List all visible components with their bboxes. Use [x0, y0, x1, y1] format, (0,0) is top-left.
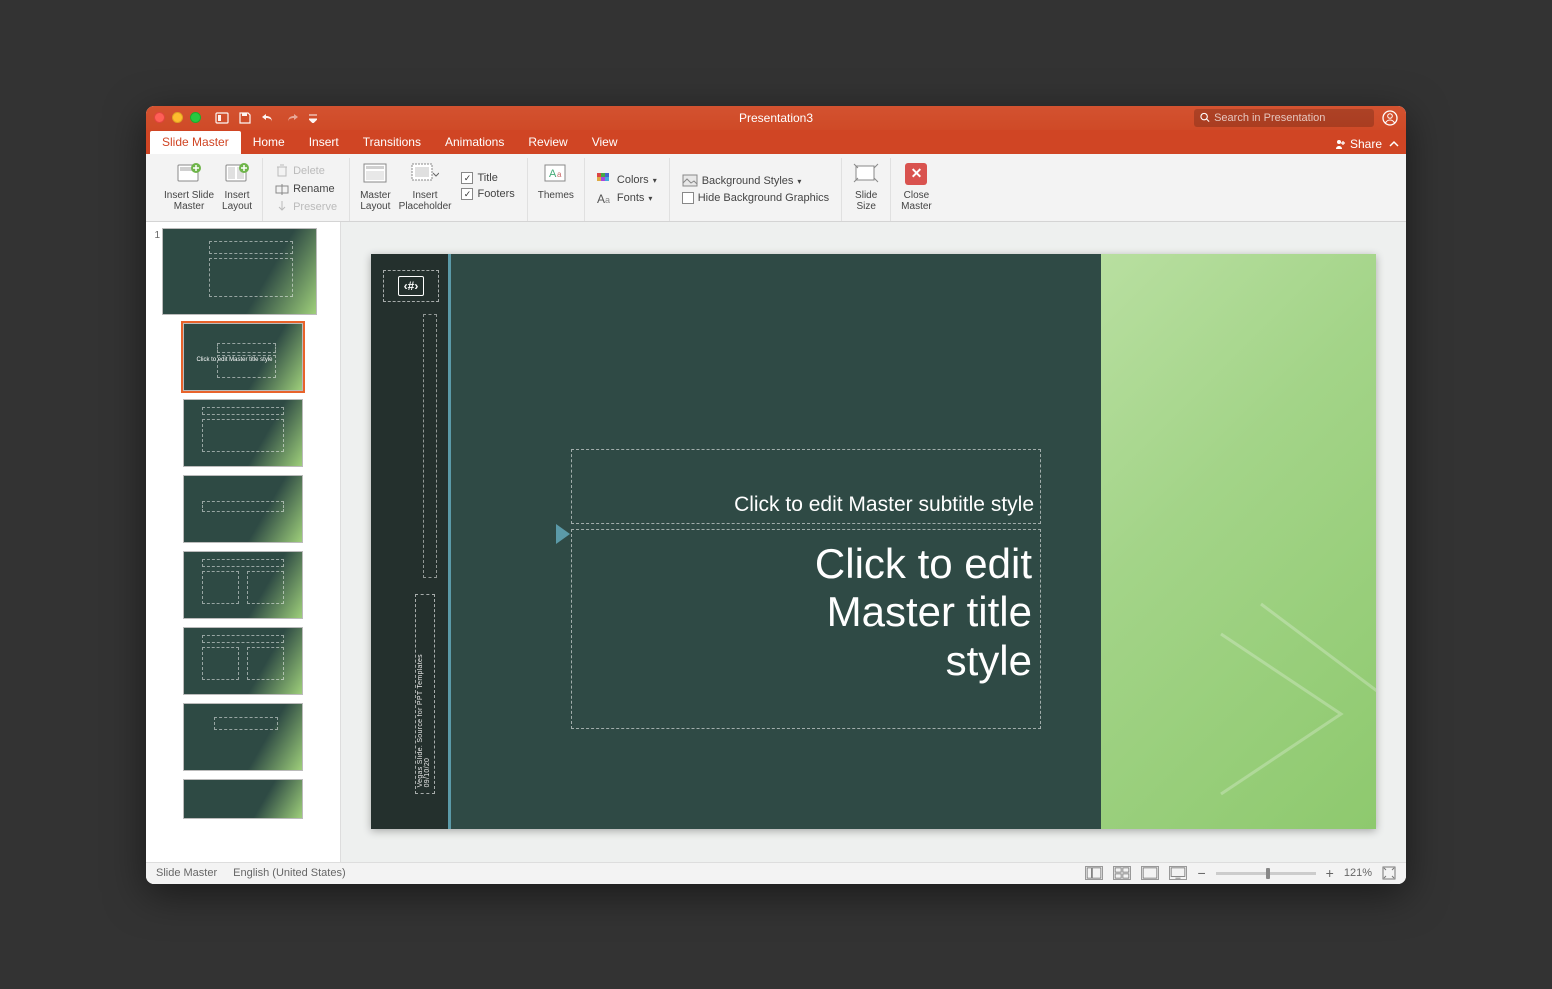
zoom-slider[interactable] — [1216, 872, 1316, 875]
layout-thumbnail-6[interactable] — [183, 703, 303, 771]
insert-slide-master-button[interactable]: Insert Slide Master — [160, 158, 218, 215]
svg-text:A: A — [549, 168, 557, 180]
colors-button[interactable]: Colors▾ — [593, 172, 661, 188]
status-view-mode: Slide Master — [156, 867, 217, 879]
close-window-button[interactable] — [154, 112, 165, 123]
colors-icon — [597, 173, 613, 187]
thumbnail-pane[interactable]: 1 Click to edit Master title style — [146, 222, 341, 862]
account-icon[interactable] — [1382, 110, 1398, 126]
layout-thumbnail-3[interactable] — [183, 475, 303, 543]
tab-animations[interactable]: Animations — [433, 131, 516, 154]
main-area: 1 Click to edit Master title style — [146, 222, 1406, 862]
svg-text:A: A — [597, 192, 605, 205]
layout-thumbnail-4[interactable] — [183, 551, 303, 619]
autosave-icon[interactable] — [215, 112, 229, 124]
preserve-button: Preserve — [271, 199, 341, 215]
save-icon[interactable] — [239, 112, 251, 124]
insert-placeholder-button[interactable]: Insert Placeholder — [395, 158, 456, 215]
normal-view-button[interactable] — [1085, 866, 1103, 880]
delete-button: Delete — [271, 163, 341, 179]
window-controls — [154, 112, 201, 123]
app-window: Presentation3 Slide Master Home Insert T… — [146, 106, 1406, 884]
layout-thumbnail-7[interactable] — [183, 779, 303, 819]
slide-master-canvas[interactable]: ‹#› Vegas Slide. Source for PPT Template… — [371, 254, 1376, 829]
title-placeholder[interactable]: Click to edit Master title style — [571, 529, 1041, 729]
slide-accent-background — [1101, 254, 1376, 829]
tab-review[interactable]: Review — [516, 131, 579, 154]
slide-left-sidebar — [371, 254, 451, 829]
share-button[interactable]: Share — [1334, 137, 1382, 151]
footer-text: Vegas Slide. Source for PPT Templates 09… — [417, 654, 431, 787]
zoom-out-button[interactable]: − — [1197, 865, 1205, 881]
layout-thumbnail-2[interactable] — [183, 399, 303, 467]
title-text: Click to edit Master title style — [815, 540, 1032, 685]
zoom-level[interactable]: 121% — [1344, 867, 1372, 879]
undo-icon[interactable] — [261, 112, 275, 124]
tab-slide-master[interactable]: Slide Master — [150, 131, 241, 154]
layout-thumbnail-5[interactable] — [183, 627, 303, 695]
subtitle-placeholder[interactable]: Click to edit Master subtitle style — [571, 449, 1041, 524]
layout-thumbnail-1[interactable]: Click to edit Master title style — [183, 323, 303, 391]
slide-number-placeholder[interactable]: ‹#› — [383, 270, 439, 302]
search-icon — [1200, 112, 1210, 123]
share-icon — [1334, 138, 1346, 150]
minimize-window-button[interactable] — [172, 112, 183, 123]
tab-transitions[interactable]: Transitions — [351, 131, 433, 154]
delete-icon — [275, 164, 289, 178]
status-bar: Slide Master English (United States) − +… — [146, 862, 1406, 884]
svg-text:a: a — [605, 195, 610, 205]
svg-text:a: a — [557, 170, 562, 179]
triangle-marker-icon — [556, 524, 570, 544]
sorter-view-button[interactable] — [1113, 866, 1131, 880]
reading-view-button[interactable] — [1141, 866, 1159, 880]
fit-to-window-button[interactable] — [1382, 866, 1396, 880]
background-styles-icon — [682, 174, 698, 188]
zoom-in-button[interactable]: + — [1326, 865, 1334, 881]
insert-layout-button[interactable]: Insert Layout — [218, 158, 256, 215]
master-thumbnail[interactable] — [162, 228, 317, 315]
close-icon: ✕ — [905, 163, 927, 185]
maximize-window-button[interactable] — [190, 112, 201, 123]
master-number: 1 — [148, 228, 162, 315]
title-checkbox[interactable]: ✓Title — [457, 171, 518, 185]
redo-icon[interactable] — [285, 112, 299, 124]
rename-button[interactable]: Rename — [271, 181, 341, 197]
slide-size-button[interactable]: Slide Size — [848, 158, 884, 215]
preserve-icon — [275, 200, 289, 214]
slide-canvas-area[interactable]: ‹#› Vegas Slide. Source for PPT Template… — [341, 222, 1406, 862]
search-box[interactable] — [1194, 109, 1374, 127]
themes-button[interactable]: Aa Themes — [534, 158, 578, 204]
tab-view[interactable]: View — [580, 131, 630, 154]
titlebar: Presentation3 — [146, 106, 1406, 130]
subtitle-text: Click to edit Master subtitle style — [734, 493, 1034, 517]
ribbon-tabs: Slide Master Home Insert Transitions Ani… — [146, 130, 1406, 154]
collapse-ribbon-icon[interactable] — [1388, 138, 1400, 150]
background-styles-button[interactable]: Background Styles▾ — [678, 173, 833, 189]
tab-home[interactable]: Home — [241, 131, 297, 154]
rename-icon — [275, 182, 289, 196]
ribbon: Insert Slide Master Insert Layout Delete… — [146, 154, 1406, 222]
slideshow-button[interactable] — [1169, 866, 1187, 880]
close-master-button[interactable]: ✕ Close Master — [897, 158, 936, 215]
status-language[interactable]: English (United States) — [233, 867, 346, 879]
hide-background-checkbox[interactable]: Hide Background Graphics — [678, 191, 833, 205]
master-layout-button[interactable]: Master Layout — [356, 158, 395, 215]
tab-insert[interactable]: Insert — [297, 131, 351, 154]
search-input[interactable] — [1214, 112, 1368, 124]
fonts-button[interactable]: AaFonts▾ — [593, 190, 661, 206]
qat-customize-icon[interactable] — [309, 113, 317, 123]
date-placeholder[interactable] — [423, 314, 437, 578]
fonts-icon: Aa — [597, 191, 613, 205]
footers-checkbox[interactable]: ✓Footers — [457, 187, 518, 201]
